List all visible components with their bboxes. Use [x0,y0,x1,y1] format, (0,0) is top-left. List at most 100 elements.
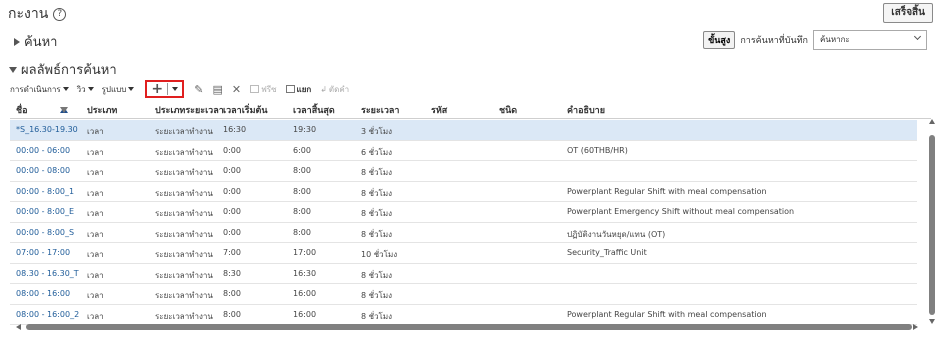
add-dropdown-button[interactable] [168,87,182,91]
cell-duration: 8 ชั่วโมง [361,188,393,198]
column-header-type[interactable]: ประเภท [87,103,117,117]
advanced-search-button[interactable]: ขั้นสูง [703,31,736,49]
table-row[interactable]: 00:00 - 06:00 เวลา ระยะเวลาทำงาน 0:00 6:… [10,141,917,161]
table-row[interactable]: 00:00 - 8:00_E เวลา ระยะเวลาทำงาน 0:00 8… [10,202,917,223]
cell-start-time: 0:00 [223,166,241,175]
wrap-label: ตัดคำ [328,84,350,94]
actions-menu[interactable]: การดำเนินการ [10,83,69,96]
collapse-down-icon [9,66,17,73]
scroll-thumb-horizontal[interactable] [26,324,912,330]
add-button-group: + [145,80,185,98]
saved-search-value: ค้นหากะ [820,35,850,44]
cell-duration: 8 ชั่วโมง [361,291,393,300]
cell-start-time: 0:00 [223,145,241,155]
help-icon[interactable]: ? [53,7,67,21]
freeze-icon [250,85,260,93]
cell-type: เวลา [87,168,104,177]
plus-icon[interactable]: + [147,82,167,96]
results-section-header[interactable]: ผลลัพธ์การค้นหา [9,59,117,80]
cell-description: Powerplant Regular Shift with meal compe… [567,309,767,319]
column-header-kind[interactable]: ชนิด [499,103,517,117]
delete-x-icon[interactable]: ✕ [232,83,241,96]
cell-duration-type: ระยะเวลาทำงาน [155,291,213,300]
cell-name[interactable]: 08:00 - 16:00 [16,289,70,298]
format-menu[interactable]: รูปแบบ [102,83,135,96]
column-header-description[interactable]: คำอธิบาย [567,103,605,117]
cell-end-time: 19:30 [293,125,317,134]
cell-name[interactable]: 00:00 - 08:00 [16,166,70,175]
page-title-text: กะงาน [8,6,49,22]
cell-end-time: 6:00 [293,145,311,155]
column-header-code[interactable]: รหัส [431,103,447,117]
column-header-end-time[interactable]: เวลาสิ้นสุด [293,103,335,117]
table-row[interactable]: *S_16.30-19.30 เวลา ระยะเวลาทำงาน 16:30 … [10,120,917,141]
cell-start-time: 0:00 [223,227,241,237]
cell-name[interactable]: 08:00 - 16:00_2 [16,310,79,319]
caret-down-icon [87,87,94,91]
cell-name[interactable]: *S_16.30-19.30 [16,125,78,134]
table-row[interactable]: 08:00 - 16:00_2 เวลา ระยะเวลาทำงาน 8:00 … [10,305,917,325]
table-header: ชื่อ ประเภท ประเภทระยะเวลา เวลาเริ่มต้น … [10,99,931,119]
cell-end-time: 16:00 [293,309,317,319]
column-header-duration[interactable]: ระยะเวลา [361,103,399,117]
wrap-button[interactable]: ↲ ตัดคำ [320,83,349,96]
format-menu-label: รูปแบบ [101,84,127,94]
cell-type: เวลา [87,291,104,300]
view-menu[interactable]: วิว [77,83,94,96]
expand-right-icon [14,37,20,46]
results-toolbar: การดำเนินการ วิว รูปแบบ + ✎ ▤ ✕ ฟรีซ แยก… [10,80,358,98]
scroll-down-arrow-icon[interactable] [929,319,935,324]
view-menu-label: วิว [76,84,86,94]
caret-down-icon [172,87,179,91]
freeze-label: ฟรีซ [261,84,277,94]
cell-type: เวลา [87,209,104,218]
chevron-down-icon [913,32,922,41]
edit-pencil-icon[interactable]: ✎ [194,83,203,96]
done-button[interactable]: เสร็จสิ้น [883,3,933,23]
cell-name[interactable]: 00:00 - 8:00_E [16,207,74,216]
vertical-scrollbar[interactable] [928,119,937,324]
detach-button[interactable]: แยก [285,83,312,96]
freeze-button[interactable]: ฟรีซ [250,83,277,96]
table-row[interactable]: 07:00 - 17:00 เวลา ระยะเวลาทำงาน 7:00 17… [10,243,917,264]
table-row[interactable]: 00:00 - 08:00 เวลา ระยะเวลาทำงาน 0:00 8:… [10,161,917,182]
table-row[interactable]: 00:00 - 8:00_S เวลา ระยะเวลาทำงาน 0:00 8… [10,223,917,243]
scroll-left-arrow-icon[interactable] [16,324,21,330]
cell-duration-type: ระยะเวลาทำงาน [155,127,213,136]
cell-description: Powerplant Emergency Shift without meal … [567,207,795,216]
column-header-start-time[interactable]: เวลาเริ่มต้น [223,103,268,117]
detach-label: แยก [296,84,312,94]
cell-name[interactable]: 00:00 - 8:00_1 [16,187,74,196]
cell-name[interactable]: 07:00 - 17:00 [16,248,70,257]
cell-name[interactable]: 08.30 - 16.30_T [16,269,79,278]
cell-duration-type: ระยะเวลาทำงาน [155,229,213,239]
cell-end-time: 8:00 [293,227,311,237]
table-row[interactable]: 00:00 - 8:00_1 เวลา ระยะเวลาทำงาน 0:00 8… [10,182,917,202]
scroll-up-arrow-icon[interactable] [929,119,935,124]
table-row[interactable]: 08:00 - 16:00 เวลา ระยะเวลาทำงาน 8:00 16… [10,284,917,305]
cell-duration: 3 ชั่วโมง [361,127,393,136]
cell-duration-type: ระยะเวลาทำงาน [155,209,213,218]
cell-end-time: 17:00 [293,248,317,257]
cell-duration-type: ระยะเวลาทำงาน [155,270,213,280]
cell-description: Security_Traffic Unit [567,248,647,257]
cell-start-time: 0:00 [223,186,241,196]
cell-name[interactable]: 00:00 - 06:00 [16,146,70,155]
column-header-duration-type[interactable]: ประเภทระยะเวลา [155,103,224,117]
duplicate-icon[interactable]: ▤ [213,83,223,96]
scroll-thumb-vertical[interactable] [929,135,935,315]
sort-descending-icon[interactable] [60,107,68,113]
cell-end-time: 8:00 [293,207,311,216]
actions-menu-label: การดำเนินการ [10,84,61,94]
cell-end-time: 16:30 [293,268,317,278]
table-row[interactable]: 08.30 - 16.30_T เวลา ระยะเวลาทำงาน 8:30 … [10,264,917,284]
horizontal-scrollbar[interactable] [12,323,918,332]
search-section-header[interactable]: ค้นหา [14,31,57,52]
wrap-icon: ↲ [320,84,327,94]
saved-search-select[interactable]: ค้นหากะ [813,30,927,50]
cell-name[interactable]: 00:00 - 8:00_S [16,228,74,237]
cell-end-time: 8:00 [293,186,311,196]
column-header-name[interactable]: ชื่อ [16,103,28,117]
scroll-right-arrow-icon[interactable] [913,324,918,330]
cell-start-time: 7:00 [223,248,241,257]
